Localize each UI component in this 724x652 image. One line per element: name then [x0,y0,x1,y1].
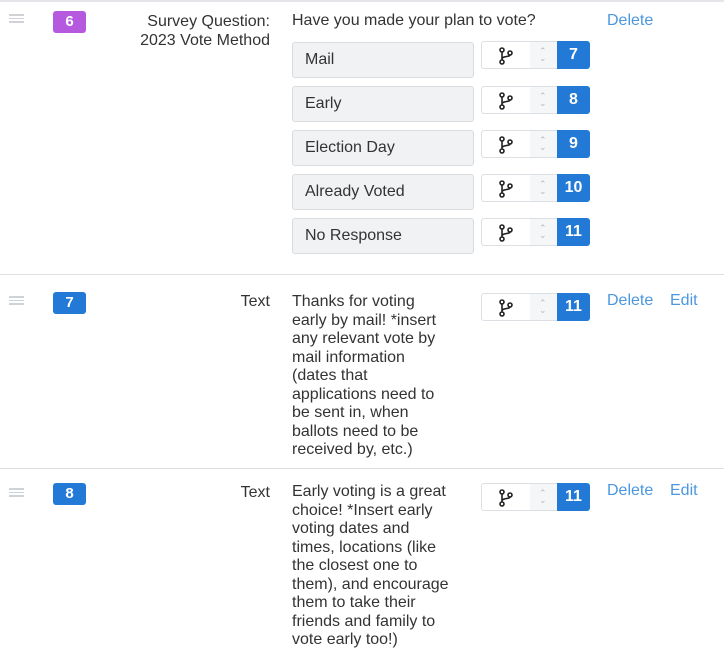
branch-select-control[interactable]: ⌃ ⌄ 11 [481,293,590,321]
message-line: the closest one to [292,557,418,574]
edit-link[interactable]: Edit [670,481,698,500]
message-line: received by, etc.) [292,441,413,458]
branch-select-control[interactable]: ⌃ ⌄ 10 [481,174,590,202]
branch-select[interactable]: ⌃ ⌄ [481,293,558,321]
message-line: any relevant vote by [292,330,436,347]
branch-icon [499,92,513,110]
message-line: friends and family to [292,612,436,630]
branch-select[interactable]: ⌃ ⌄ [481,41,558,69]
branch-select[interactable]: ⌃ ⌄ [481,218,558,246]
branch-icon [499,224,513,242]
step-row-6: 6 Survey Question: 2023 Vote Method Have… [0,0,724,274]
step-type-label: Text [240,484,270,501]
drag-handle-icon[interactable] [9,488,24,497]
next-step-badge: 11 [557,293,590,321]
chevron-updown-icon: ⌃ ⌄ [539,46,547,63]
message-line: choice! *Insert early [292,501,433,519]
branch-select-control[interactable]: ⌃ ⌄ 11 [481,218,590,246]
message-line: voting dates and [292,520,410,537]
branch-select-control[interactable]: ⌃ ⌄ 11 [481,483,590,511]
message-line: be sent in, when [292,404,409,421]
drag-handle-icon[interactable] [9,14,24,23]
drag-handle-icon[interactable] [9,296,24,305]
step-type-label: Text [240,293,270,310]
message-line: them to take their [292,594,416,611]
chevron-updown-icon: ⌃ ⌄ [539,179,547,196]
next-step-badge: 11 [557,483,590,511]
branch-icon [499,180,513,198]
branch-icon [499,136,513,154]
message-line: times, locations (like [292,538,437,556]
survey-question-text: Have you made your plan to vote? [292,12,536,29]
chevron-updown-icon: ⌃ ⌄ [539,488,547,505]
answer-field[interactable]: No Response [292,218,474,254]
message-line: Early voting is a great [292,483,446,500]
branch-select-control[interactable]: ⌃ ⌄ 9 [481,130,590,158]
edit-link[interactable]: Edit [670,291,698,310]
step-type-line-1: Survey Question: [147,13,270,30]
branch-icon [499,47,513,65]
branch-select-control[interactable]: ⌃ ⌄ 8 [481,86,590,114]
branch-icon [499,299,513,317]
step-number-badge: 7 [53,292,86,314]
message-line: Thanks for voting [292,293,415,310]
delete-link[interactable]: Delete [607,291,653,310]
message-line: applications need to [292,385,435,403]
branch-select[interactable]: ⌃ ⌄ [481,130,558,158]
next-step-badge: 11 [557,218,590,246]
branch-icon [499,489,513,507]
message-line: vote early too!) [292,631,398,648]
branch-select[interactable]: ⌃ ⌄ [481,174,558,202]
step-number-badge: 8 [53,483,86,505]
step-message-text: Thanks for voting early by mail! *insert… [292,293,436,460]
answer-field[interactable]: Already Voted [292,174,474,210]
chevron-updown-icon: ⌃ ⌄ [539,298,547,315]
chevron-updown-icon: ⌃ ⌄ [539,91,547,108]
next-step-badge: 9 [557,130,590,158]
answer-field[interactable]: Mail [292,42,474,78]
step-row-7: 7 Text Thanks for voting early by mail! … [0,274,724,468]
message-line: (dates that [292,367,368,384]
step-row-8: 8 Text Early voting is a great choice! *… [0,468,724,652]
next-step-badge: 7 [557,41,590,69]
next-step-badge: 10 [557,174,590,202]
delete-link[interactable]: Delete [607,11,653,30]
branch-select[interactable]: ⌃ ⌄ [481,483,558,511]
step-message-text: Early voting is a great choice! *Insert … [292,483,449,650]
delete-link[interactable]: Delete [607,481,653,500]
branch-select[interactable]: ⌃ ⌄ [481,86,558,114]
message-line: early by mail! *insert [292,311,437,329]
step-type-label: Survey Question: 2023 Vote Method [140,12,270,50]
next-step-badge: 8 [557,86,590,114]
message-line: mail information [292,348,405,366]
step-number-badge: 6 [53,11,86,33]
answer-field[interactable]: Election Day [292,130,474,166]
answer-field[interactable]: Early [292,86,474,122]
step-type-line-2: 2023 Vote Method [140,32,270,49]
chevron-updown-icon: ⌃ ⌄ [539,135,547,152]
chevron-updown-icon: ⌃ ⌄ [539,223,547,240]
message-line: them), and encourage [292,575,449,593]
message-line: ballots need to be [292,422,419,440]
branch-select-control[interactable]: ⌃ ⌄ 7 [481,41,590,69]
